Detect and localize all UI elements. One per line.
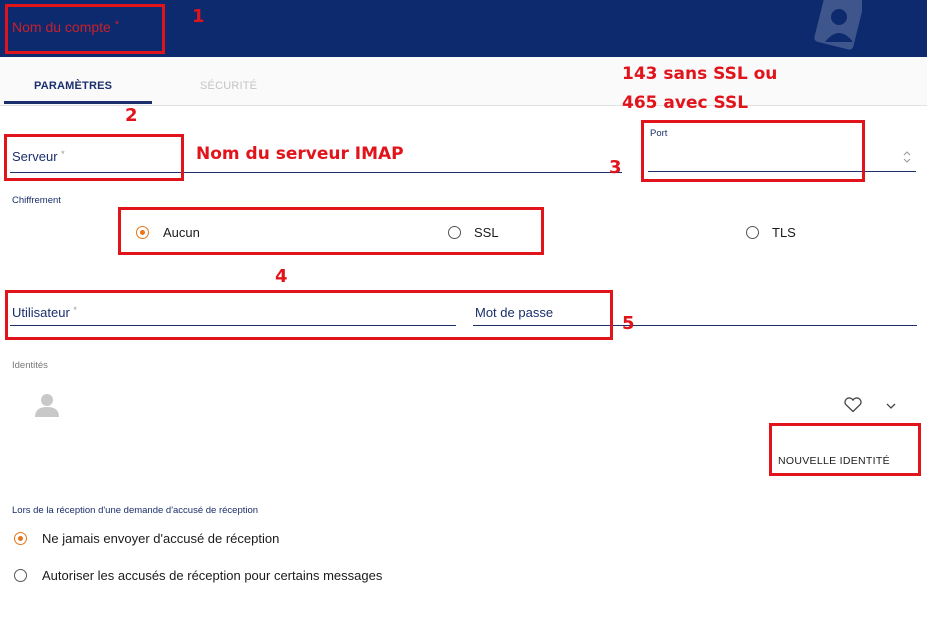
receipt-label: Lors de la réception d'une demande d'acc… — [12, 505, 259, 516]
person-avatar-icon — [35, 394, 59, 417]
annotation-number-5: 5 — [622, 313, 635, 334]
radio-selected-icon[interactable] — [14, 532, 27, 545]
radio-unselected-icon[interactable] — [14, 569, 27, 582]
annotation-number-4: 4 — [275, 266, 288, 287]
encryption-option-tls[interactable] — [746, 226, 759, 239]
receipt-never-label: Ne jamais envoyer d'accusé de réception — [42, 531, 280, 546]
identities-label: Identités — [12, 360, 48, 371]
encryption-label: Chiffrement — [12, 195, 61, 206]
active-tab-indicator — [4, 101, 152, 104]
annotation-box-3 — [641, 120, 865, 182]
receipt-option-never[interactable] — [14, 532, 27, 545]
annotation-box-new-identity — [769, 423, 921, 476]
receipt-allow-label: Autoriser les accusés de réception pour … — [42, 568, 383, 583]
tab-securite[interactable]: SÉCURITÉ — [200, 80, 257, 92]
tab-parametres[interactable]: PARAMÈTRES — [34, 80, 112, 92]
radio-unselected-icon[interactable] — [746, 226, 759, 239]
annotation-port-note-line1: 143 sans SSL ou — [622, 64, 778, 84]
annotation-number-1: 1 — [192, 6, 205, 27]
annotation-box-2 — [4, 134, 184, 181]
annotation-server-note: Nom du serveur IMAP — [196, 144, 404, 164]
annotation-port-note-line2: 465 avec SSL — [622, 93, 749, 113]
annotation-number-2: 2 — [125, 105, 138, 126]
account-avatar-icon — [814, 0, 862, 50]
annotation-box-1 — [5, 4, 165, 54]
heart-icon[interactable] — [843, 397, 863, 413]
receipt-option-allow[interactable] — [14, 569, 27, 582]
annotation-box-encryption — [118, 207, 544, 255]
port-stepper-icon[interactable] — [902, 150, 912, 164]
tab-bar — [0, 57, 927, 106]
chevron-down-icon[interactable] — [885, 402, 897, 410]
encryption-tls-label: TLS — [772, 225, 796, 240]
annotation-box-4 — [5, 290, 613, 340]
annotation-number-3: 3 — [609, 157, 622, 178]
